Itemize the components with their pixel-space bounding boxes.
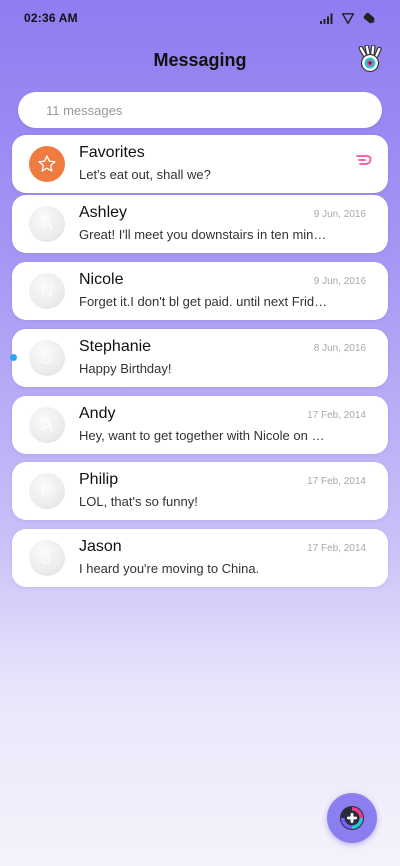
avatar: A [29,206,65,242]
message-preview: Forget it.I don't bl get paid. until nex… [79,294,329,309]
wifi-icon [342,12,354,24]
signal-icon [320,13,333,24]
avatar: J [29,540,65,576]
avatar: A [29,407,65,443]
theme-palette-icon [358,45,382,73]
theme-button[interactable] [356,44,386,74]
conversation-item[interactable]: A Andy 17 Feb, 2014 Hey, want to get tog… [12,396,388,454]
message-date: 17 Feb, 2014 [307,410,366,421]
message-date: 17 Feb, 2014 [307,543,366,554]
contact-name: Philip [79,471,119,488]
status-icons [320,12,376,24]
battery-icon [363,12,375,24]
favorites-item[interactable]: Favorites Let's eat out, shall we? [12,135,388,193]
message-date: 8 Jun, 2016 [313,343,366,354]
message-preview: Happy Birthday! [79,361,172,376]
avatar: P [29,473,65,509]
favorites-preview: Let's eat out, shall we? [79,167,211,182]
conversation-item[interactable]: N Nicole 9 Jun, 2016 Forget it.I don't b… [12,262,388,320]
favorites-avatar [29,146,65,182]
contact-name: Nicole [79,271,124,288]
status-bar: 02:36 AM [0,0,400,36]
fav-badge-icon [356,155,372,165]
contact-name: Andy [79,405,116,422]
message-preview: Great! I'll meet you downstairs in ten m… [79,227,329,242]
conversation-item[interactable]: P Philip 17 Feb, 2014 LOL, that's so fun… [12,462,388,520]
message-preview: I heard you're moving to China. [79,561,260,576]
message-preview: Hey, want to get together with Nicole on… [79,428,329,443]
message-date: 9 Jun, 2016 [313,209,366,220]
message-date: 9 Jun, 2016 [313,276,366,287]
favorites-label: Favorites [79,144,145,161]
new-message-icon [340,806,364,830]
message-date: 17 Feb, 2014 [307,476,366,487]
search-input[interactable]: 11 messages [18,92,382,128]
avatar: N [29,273,65,309]
header: Messaging [0,40,400,80]
page-title: Messaging [153,49,247,70]
conversation-item[interactable]: A Ashley 9 Jun, 2016 Great! I'll meet yo… [12,195,388,253]
status-time: 02:36 AM [24,11,78,25]
star-icon [38,155,56,172]
new-message-button[interactable] [327,793,377,843]
conversation-item[interactable]: S Stephanie 8 Jun, 2016 Happy Birthday! [12,329,388,387]
conversation-item[interactable]: J Jason 17 Feb, 2014 I heard you're movi… [12,529,388,587]
avatar: S [29,340,65,376]
search-placeholder: 11 messages [46,102,123,118]
unread-indicator [10,354,17,361]
contact-name: Stephanie [79,338,152,355]
contact-name: Jason [79,538,122,555]
contact-name: Ashley [79,204,128,221]
message-preview: LOL, that's so funny! [79,494,198,509]
